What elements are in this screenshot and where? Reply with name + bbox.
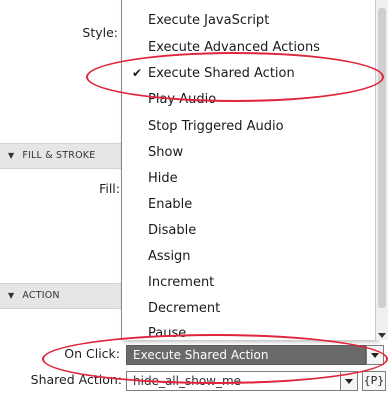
scroll-down-arrow-icon[interactable] <box>378 333 386 338</box>
menu-item-stop-triggered-audio[interactable]: Stop Triggered Audio <box>122 114 376 139</box>
checkmark-icon: ✔ <box>132 66 143 80</box>
parameters-button[interactable]: {P} <box>362 371 386 391</box>
dropdown-scrollbar[interactable] <box>375 0 388 340</box>
style-label: Style: <box>82 25 118 40</box>
fill-label: Fill: <box>99 181 120 196</box>
menu-item-label: Execute JavaScript <box>148 13 270 28</box>
menu-item-play-audio[interactable]: Play Audio <box>122 87 376 112</box>
menu-item-execute-javascript[interactable]: Execute JavaScript <box>122 8 376 33</box>
menu-item-label: Decrement <box>148 301 221 316</box>
menu-item-label: Hide <box>148 171 178 186</box>
on-click-label: On Click: <box>64 346 120 361</box>
menu-item-decrement[interactable]: Decrement <box>122 296 376 321</box>
scrollbar-thumb[interactable] <box>378 8 386 308</box>
properties-panel: Style: ▼ FILL & STROKE Fill: ▼ ACTION Exec… <box>0 0 388 397</box>
collapse-triangle-icon: ▼ <box>8 151 15 160</box>
on-click-dropdown-list[interactable]: Execute JavaScript Execute Advanced Acti… <box>121 0 377 340</box>
menu-item-show[interactable]: Show <box>122 140 376 165</box>
menu-item-label: Execute Shared Action <box>148 66 295 81</box>
menu-item-disable[interactable]: Disable <box>122 218 376 243</box>
menu-item-label: Show <box>148 145 184 160</box>
shared-action-label: Shared Action: <box>30 372 122 387</box>
on-click-dropdown-button[interactable] <box>366 345 384 365</box>
menu-item-assign[interactable]: Assign <box>122 244 376 269</box>
menu-item-label: Play Audio <box>148 92 217 107</box>
chevron-down-icon <box>345 379 353 384</box>
menu-item-label: Execute Advanced Actions <box>148 40 320 55</box>
on-click-select[interactable]: Execute Shared Action <box>126 345 366 365</box>
fill-stroke-header-label: FILL & STROKE <box>22 150 96 161</box>
menu-item-label: Stop Triggered Audio <box>148 119 284 134</box>
menu-item-label: Pause <box>148 326 187 340</box>
menu-item-enable[interactable]: Enable <box>122 192 376 217</box>
menu-item-execute-advanced-actions[interactable]: Execute Advanced Actions <box>122 35 376 60</box>
collapse-triangle-icon: ▼ <box>8 291 15 300</box>
chevron-down-icon <box>371 353 379 358</box>
shared-action-dropdown-button[interactable] <box>340 371 358 391</box>
menu-item-label: Disable <box>148 223 197 238</box>
menu-item-pause[interactable]: Pause <box>122 321 376 340</box>
shared-action-select[interactable]: hide_all_show_me <box>126 371 350 391</box>
menu-item-label: Increment <box>148 275 215 290</box>
action-header-label: ACTION <box>22 290 60 301</box>
menu-item-label: Assign <box>148 249 191 264</box>
menu-item-hide[interactable]: Hide <box>122 166 376 191</box>
menu-item-label: Enable <box>148 197 193 212</box>
menu-item-execute-shared-action[interactable]: ✔ Execute Shared Action <box>122 61 376 86</box>
menu-item-increment[interactable]: Increment <box>122 270 376 295</box>
